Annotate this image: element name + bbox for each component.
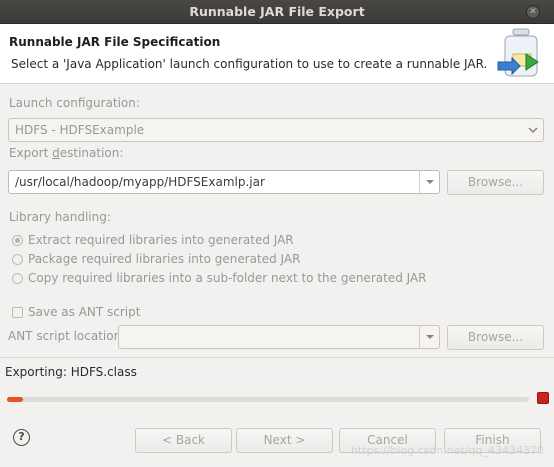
stop-icon[interactable] [537,392,549,404]
window-title: Runnable JAR File Export [189,4,365,19]
radio-copy-label: Copy required libraries into a sub-folde… [28,271,427,285]
progress-bar [7,397,529,402]
page-title: Runnable JAR File Specification [9,35,221,49]
ant-location-combo[interactable] [118,325,440,349]
ant-browse-button[interactable]: Browse... [447,325,544,350]
close-icon[interactable]: ✕ [526,5,540,19]
launch-config-value: HDFS - HDFSExample [15,123,145,137]
radio-unselected-icon [12,272,23,284]
help-icon[interactable]: ? [13,429,30,446]
chevron-down-icon[interactable] [419,326,439,348]
next-button[interactable]: Next > [236,428,333,453]
divider [0,357,554,358]
radio-extract-label: Extract required libraries into generate… [28,233,294,247]
checkbox-icon [12,306,23,318]
launch-config-select[interactable]: HDFS - HDFSExample [8,118,544,142]
chevron-down-icon[interactable] [419,171,439,193]
launch-config-label: Launch configuration: [9,96,140,110]
library-handling-label: Library handling: [9,210,111,224]
chevron-down-icon [528,127,538,134]
save-ant-label: Save as ANT script [28,305,141,319]
progress-fill [7,397,23,402]
watermark: https://blog.csdn.net/qq_43434370 [350,444,544,457]
back-button[interactable]: < Back [135,428,232,453]
jar-export-icon [497,28,539,77]
radio-unselected-icon [12,253,23,265]
page-description: Select a 'Java Application' launch confi… [11,57,488,71]
radio-package-libraries[interactable]: Package required libraries into generate… [12,252,300,266]
radio-selected-icon [12,234,23,246]
radio-package-label: Package required libraries into generate… [28,252,301,266]
save-ant-checkbox[interactable]: Save as ANT script [12,305,140,319]
radio-extract-libraries[interactable]: Extract required libraries into generate… [12,233,294,247]
export-destination-value: /usr/local/hadoop/myapp/HDFSExamlp.jar [15,175,265,189]
export-destination-label: Export destination: [9,146,124,160]
export-browse-button[interactable]: Browse... [447,170,544,195]
export-status: Exporting: HDFS.class [5,365,137,379]
ant-location-label: ANT script location: [8,329,126,343]
wizard-header: Runnable JAR File Specification Select a… [0,24,554,84]
radio-copy-libraries[interactable]: Copy required libraries into a sub-folde… [12,271,427,285]
title-bar: Runnable JAR File Export ✕ [0,0,554,24]
export-destination-combo[interactable]: /usr/local/hadoop/myapp/HDFSExamlp.jar [8,170,440,194]
